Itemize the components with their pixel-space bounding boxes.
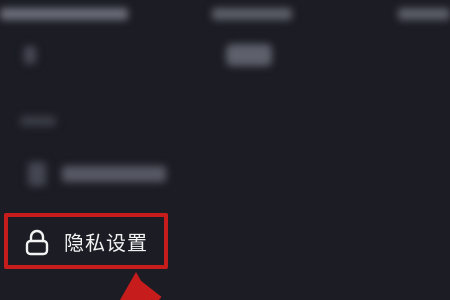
blurred-top-mid	[212, 8, 292, 20]
blurred-section-label	[20, 116, 56, 126]
blurred-icon-1	[24, 46, 36, 64]
privacy-settings-item[interactable]: 隐私设置	[8, 214, 168, 270]
blurred-top-right	[398, 8, 450, 20]
blurred-content	[0, 0, 450, 205]
blurred-item-label	[62, 166, 166, 182]
blurred-item-icon	[28, 162, 46, 186]
settings-screen: 隐私设置	[0, 0, 450, 300]
blurred-chip	[226, 44, 272, 66]
privacy-settings-label: 隐私设置	[64, 231, 148, 255]
blurred-top-left	[0, 8, 128, 20]
lock-icon	[24, 228, 50, 258]
pointer-arrow-icon	[120, 272, 162, 300]
